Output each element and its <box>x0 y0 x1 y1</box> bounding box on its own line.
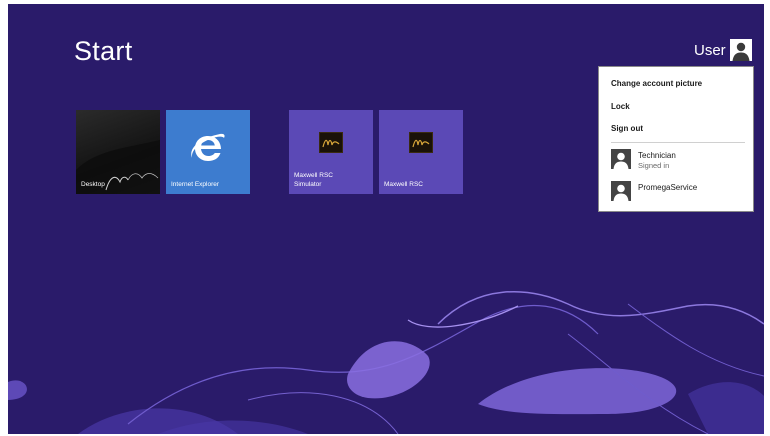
lock-item[interactable]: Lock <box>611 102 630 111</box>
account-menu: Change account picture Lock Sign out Tec… <box>598 66 754 212</box>
tile-maxwell-rsc[interactable]: Maxwell RSC <box>379 110 463 194</box>
maxwell-logo-icon <box>319 132 343 153</box>
account-avatar-icon <box>611 181 631 201</box>
tile-desktop[interactable]: Desktop <box>76 110 160 194</box>
person-icon <box>730 39 752 61</box>
tile-label: Internet Explorer <box>171 180 220 188</box>
user-avatar-button[interactable] <box>730 39 752 61</box>
tile-internet-explorer[interactable]: Internet Explorer <box>166 110 250 194</box>
change-account-picture-item[interactable]: Change account picture <box>611 79 702 88</box>
tile-label: Maxwell RSC Simulator <box>294 172 334 188</box>
maxwell-logo-icon <box>409 132 433 153</box>
user-name[interactable]: User <box>694 42 726 59</box>
account-technician[interactable]: Technician Signed in <box>611 149 741 171</box>
tile-label: Maxwell RSC <box>384 180 424 188</box>
tile-label: Desktop <box>81 180 105 188</box>
account-status: Signed in <box>638 161 670 170</box>
account-name: Technician <box>638 151 676 160</box>
account-name: PromegaService <box>638 183 698 192</box>
sign-out-item[interactable]: Sign out <box>611 124 643 133</box>
start-screen: Start User Desktop Internet Explorer Max… <box>8 4 764 434</box>
account-promegaservice[interactable]: PromegaService <box>611 181 741 203</box>
tile-maxwell-rsc-simulator[interactable]: Maxwell RSC Simulator <box>289 110 373 194</box>
menu-divider <box>611 142 745 143</box>
ie-logo-icon <box>190 132 226 169</box>
account-avatar-icon <box>611 149 631 169</box>
start-title: Start <box>74 36 133 66</box>
